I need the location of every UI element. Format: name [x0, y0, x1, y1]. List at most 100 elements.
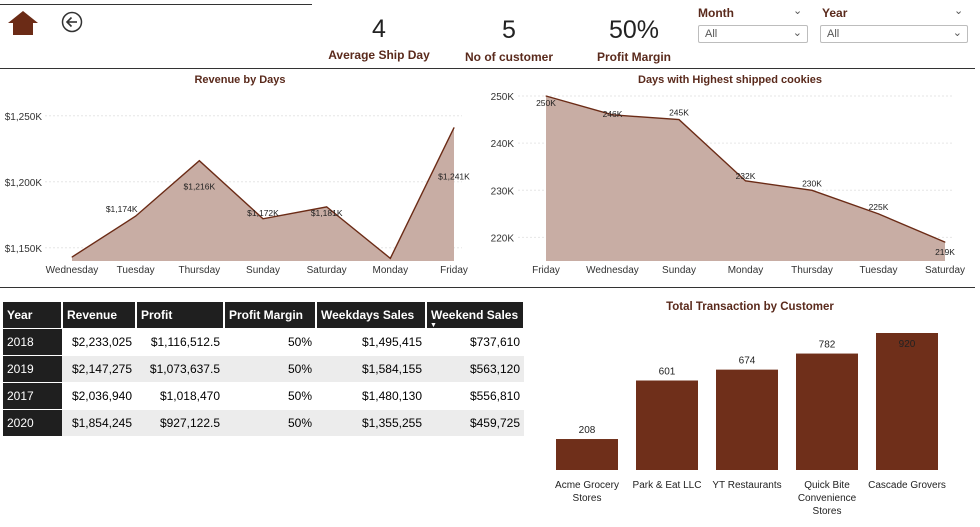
y-tick-label: 230K: [491, 186, 515, 197]
x-tick-label: Thursday: [178, 265, 220, 276]
data-point: [198, 160, 200, 162]
table-cell: $2,036,940: [62, 382, 136, 410]
year-slicer-dropdown[interactable]: All ⌄: [820, 25, 968, 43]
table-cell: $737,610: [426, 328, 524, 356]
table-row[interactable]: 2018 $2,233,025 $1,116,512.5 50% $1,495,415 $…: [3, 328, 524, 356]
x-tick-label: Convenience: [798, 493, 857, 504]
x-tick-label: Saturday: [925, 265, 965, 276]
table-cell: 50%: [224, 328, 316, 356]
data-label: 782: [819, 340, 836, 351]
data-label: 208: [579, 425, 596, 436]
y-tick-label: $1,200K: [5, 178, 43, 189]
x-tick-label: Stores: [573, 493, 602, 504]
revenue-by-days-title: Revenue by Days: [194, 74, 286, 86]
header-divider: [0, 4, 312, 5]
data-point: [135, 215, 137, 217]
data-label: 219K: [935, 247, 955, 257]
x-tick-label: Tuesday: [117, 265, 155, 276]
month-slicer-value: All: [705, 28, 718, 40]
month-slicer-dropdown[interactable]: All ⌄: [698, 25, 808, 43]
data-label: 246K: [603, 109, 623, 119]
home-icon: [8, 11, 38, 35]
data-point: [944, 241, 946, 243]
data-label: 250K: [536, 98, 556, 108]
sort-descending-icon: ▼: [430, 322, 437, 329]
year-summary-table: Year Revenue Profit Profit Margin Weekdays S…: [3, 302, 525, 436]
data-label: 601: [659, 367, 676, 378]
kpi-profit-margin-value: 50%: [608, 16, 660, 44]
data-point: [545, 95, 547, 97]
table-cell: 50%: [224, 355, 316, 383]
data-point: [678, 119, 680, 121]
table-cell: $1,018,470: [136, 382, 224, 410]
table-cell: $2,233,025: [62, 328, 136, 356]
x-tick-label: Saturday: [307, 265, 347, 276]
area-fill: [72, 127, 454, 262]
transactions-by-customer-chart: 208 Acme Grocery Stores 601 Park & Eat LLC 67…: [555, 333, 946, 517]
data-label: 920: [899, 339, 916, 350]
x-tick-label: Sunday: [662, 265, 696, 276]
data-label: $1,172K: [247, 208, 279, 218]
x-tick-label: Cascade Grovers: [868, 480, 946, 491]
column-header[interactable]: Profit: [136, 302, 225, 329]
data-point: [389, 257, 391, 259]
chevron-down-icon: ⌄: [952, 27, 962, 39]
data-label: 245K: [669, 108, 689, 118]
table-cell: $1,073,637.5: [136, 355, 224, 383]
x-tick-label: Park & Eat LLC: [633, 480, 702, 491]
data-label: $1,241K: [438, 172, 470, 182]
table-cell: $563,120: [426, 355, 524, 383]
table-row[interactable]: 2019 $2,147,275 $1,073,637.5 50% $1,584,155 $…: [3, 355, 524, 383]
table-cell: 2020: [3, 409, 62, 436]
x-tick-label: Monday: [373, 265, 409, 276]
x-tick-label: Tuesday: [860, 265, 898, 276]
table-cell: 2019: [3, 355, 62, 383]
x-tick-label: Acme Grocery: [555, 480, 619, 491]
data-point: [811, 189, 813, 191]
table-cell: $1,584,155: [316, 355, 426, 383]
kpi-customers-value: 5: [502, 16, 516, 44]
table-cell: $556,810: [426, 382, 524, 410]
table-cell: $459,725: [426, 409, 524, 436]
y-tick-label: $1,150K: [5, 244, 43, 255]
x-tick-label: Monday: [728, 265, 764, 276]
column-header[interactable]: Year: [3, 302, 63, 329]
chevron-down-icon: ⌄: [792, 27, 802, 39]
x-tick-label: Quick Bite: [804, 480, 850, 491]
bar: [556, 439, 618, 470]
data-point: [453, 127, 455, 129]
section-divider-top: [0, 68, 975, 69]
back-arrow-icon: [61, 11, 83, 33]
bar: [716, 369, 778, 470]
back-button[interactable]: [61, 11, 83, 33]
year-slicer-title: Year: [822, 6, 848, 20]
column-header[interactable]: Weekend Sales ▼: [426, 302, 525, 329]
data-label: 232K: [736, 171, 756, 181]
table-cell: 50%: [224, 409, 316, 436]
x-tick-label: Stores: [813, 506, 842, 517]
column-header[interactable]: Revenue: [62, 302, 137, 329]
table-cell: 50%: [224, 382, 316, 410]
month-slicer-title: Month: [698, 6, 734, 20]
table-cell: $2,147,275: [62, 355, 136, 383]
data-label: 674: [739, 356, 756, 367]
home-button[interactable]: [7, 10, 39, 36]
shipped-cookies-chart: 220K 230K 240K 250K Friday Wednesday Sunday Mon…: [491, 92, 965, 276]
year-slicer-value: All: [827, 28, 840, 40]
table-cell: $1,495,415: [316, 328, 426, 356]
column-header[interactable]: Profit Margin: [224, 302, 317, 329]
x-tick-label: Thursday: [791, 265, 833, 276]
month-slicer-collapse-icon[interactable]: ⌄: [793, 4, 802, 17]
table-cell: $1,116,512.5: [136, 328, 224, 356]
data-label: $1,216K: [183, 182, 215, 192]
table-cell: 2018: [3, 328, 62, 356]
y-tick-label: 220K: [491, 233, 515, 244]
x-tick-label: Friday: [440, 265, 468, 276]
year-slicer-collapse-icon[interactable]: ⌄: [954, 4, 963, 17]
column-header[interactable]: Weekdays Sales: [316, 302, 427, 329]
table-row[interactable]: 2020 $1,854,245 $927,122.5 50% $1,355,255 $45…: [3, 409, 524, 436]
x-tick-label: Wednesday: [586, 265, 639, 276]
table-row[interactable]: 2017 $2,036,940 $1,018,470 50% $1,480,130 $55…: [3, 382, 524, 410]
data-label: $1,174K: [106, 204, 138, 214]
table-cell: $1,355,255: [316, 409, 426, 436]
